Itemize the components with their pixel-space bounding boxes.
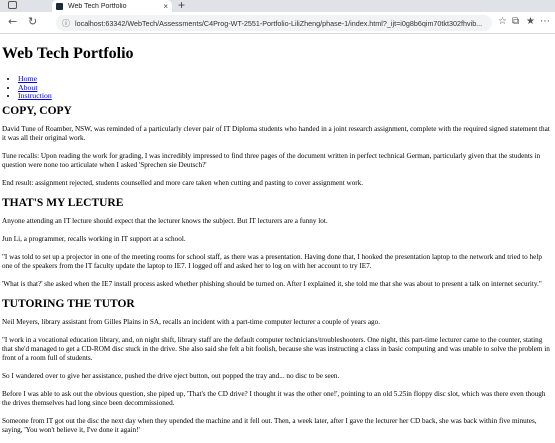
site-favicon-icon xyxy=(56,2,63,10)
paragraph: So I wandered over to give her assistanc… xyxy=(2,371,340,380)
nav-item-instruction: Instruction xyxy=(18,91,555,101)
paragraph: End result: assignment rejected, student… xyxy=(2,178,364,187)
paragraph: Jun Li, a programmer, recalls working in… xyxy=(2,234,186,243)
favorites-icon[interactable]: ★ xyxy=(526,16,535,27)
reload-icon[interactable]: ↻ xyxy=(28,15,37,28)
tab-close-icon[interactable]: × xyxy=(163,2,168,11)
new-tab-button[interactable]: + xyxy=(178,0,185,12)
browser-toolbar: ← ↻ ⓘ localhost:63342/WebTech/Assessment… xyxy=(0,12,555,34)
nav-link-instruction[interactable]: Instruction xyxy=(18,91,52,100)
paragraph: 'What is that?' she asked when the IE7 i… xyxy=(2,279,542,288)
tab-bar: Web Tech Portfolio × + xyxy=(0,0,555,12)
section-heading: COPY, COPY xyxy=(2,104,72,117)
paragraph: Neil Meyers, library assistant from Gill… xyxy=(2,317,381,326)
page-title: Web Tech Portfolio xyxy=(2,45,134,62)
paragraph: "I was told to set up a projector in one… xyxy=(2,252,542,270)
split-screen-icon[interactable]: ⧉ xyxy=(512,16,519,27)
paragraph: David Tune of Roamber, NSW, was reminded… xyxy=(2,124,550,142)
nav-item-home: Home xyxy=(18,74,555,84)
section-heading: THAT'S MY LECTURE xyxy=(2,196,124,209)
url-text[interactable]: localhost:63342/WebTech/Assessments/C4Pr… xyxy=(75,19,486,28)
paragraph: Someone from IT got out the disc the nex… xyxy=(2,416,537,434)
more-menu-icon[interactable]: ⋯ xyxy=(540,16,550,27)
nav-list: Home About Instruction xyxy=(18,74,555,101)
site-info-icon[interactable]: ⓘ xyxy=(62,18,70,29)
back-icon[interactable]: ← xyxy=(8,15,17,28)
paragraph: Tune recalls: Upon reading the work for … xyxy=(2,151,541,169)
paragraph: Before I was able to ask out the obvious… xyxy=(2,389,546,407)
section-heading: TUTORING THE TUTOR xyxy=(2,297,135,310)
nav-item-about: About xyxy=(18,83,555,93)
paragraph: "I work in a vocational education librar… xyxy=(2,335,550,362)
address-bar[interactable]: ⓘ localhost:63342/WebTech/Assessments/C4… xyxy=(56,15,492,31)
tab-title: Web Tech Portfolio xyxy=(68,2,127,10)
favorites-star-icon[interactable]: ☆ xyxy=(498,16,507,27)
page-content: Web Tech Portfolio Home About Instructio… xyxy=(0,34,555,443)
tab-actions-icon[interactable] xyxy=(8,1,17,9)
browser-tab[interactable]: Web Tech Portfolio × xyxy=(52,0,172,12)
paragraph: Anyone attending an IT lecture should ex… xyxy=(2,216,328,225)
